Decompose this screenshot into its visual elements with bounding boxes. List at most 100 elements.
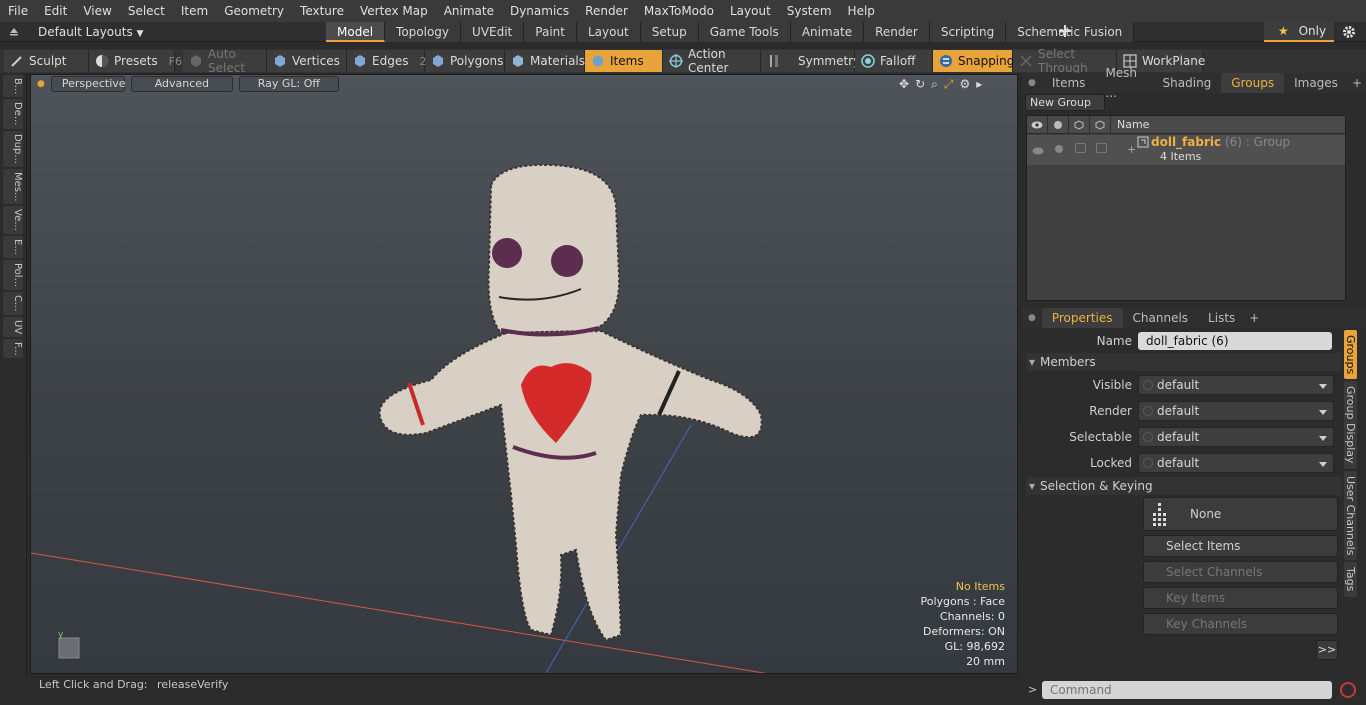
- visible-dropdown[interactable]: default: [1138, 375, 1334, 395]
- add-upper-tab-icon[interactable]: +: [1348, 76, 1366, 90]
- viewport-menu-dot-icon[interactable]: ●: [37, 79, 45, 89]
- left-strip-tab-0[interactable]: B...: [3, 75, 23, 98]
- lower-panel-menu-icon[interactable]: ●: [1022, 313, 1042, 323]
- eye-icon[interactable]: [1027, 115, 1048, 134]
- edges-button[interactable]: Edges 2: [347, 50, 426, 72]
- tab-uvedit[interactable]: UVEdit: [461, 22, 525, 42]
- left-strip-tab-1[interactable]: De...: [3, 99, 23, 129]
- tab-game-tools[interactable]: Game Tools: [698, 22, 791, 42]
- tab-setup[interactable]: Setup: [640, 22, 699, 42]
- tab-paint[interactable]: Paint: [524, 22, 577, 42]
- menu-vertex-map[interactable]: Vertex Map: [352, 0, 436, 22]
- raygl-toggle[interactable]: Ray GL: Off: [238, 76, 339, 92]
- menu-view[interactable]: View: [75, 0, 119, 22]
- advanced-dropdown[interactable]: Advanced: [130, 76, 233, 92]
- layout-arrow-icon[interactable]: [8, 24, 20, 38]
- auto-select-button[interactable]: Auto Select: [183, 47, 267, 75]
- snapping-button[interactable]: Snapping: [933, 50, 1014, 72]
- more-button[interactable]: >>: [1316, 640, 1338, 660]
- presets-button[interactable]: Presets F6: [89, 50, 182, 72]
- lower-tab-channels[interactable]: Channels: [1123, 308, 1199, 328]
- menu-file[interactable]: File: [0, 0, 36, 22]
- menu-maxtomodo[interactable]: MaxToModo: [636, 0, 722, 22]
- add-tab-icon[interactable]: [1058, 24, 1072, 38]
- tab-layout[interactable]: Layout: [576, 22, 641, 42]
- items-button[interactable]: Items 5: [585, 50, 670, 72]
- row-selectable-toggle[interactable]: [1075, 143, 1086, 153]
- tab-animate[interactable]: Animate: [790, 22, 865, 42]
- row-render-icon[interactable]: [1054, 143, 1064, 157]
- vtab-user-channels[interactable]: User Channels: [1344, 470, 1357, 561]
- group-row[interactable]: + doll_fabric (6) : Group 4 Items: [1027, 135, 1345, 165]
- fit-icon[interactable]: ⤢: [944, 77, 954, 92]
- layout-selector[interactable]: Default Layouts ▼: [38, 22, 143, 44]
- menu-select[interactable]: Select: [120, 0, 173, 22]
- vtab-groups[interactable]: Groups: [1344, 330, 1357, 380]
- name-column-header[interactable]: Name: [1111, 118, 1149, 131]
- add-lower-tab-icon[interactable]: +: [1245, 311, 1263, 325]
- left-strip-tab-5[interactable]: E...: [3, 236, 23, 258]
- left-strip-tab-4[interactable]: Ve...: [3, 206, 23, 235]
- pan-icon[interactable]: ✥: [899, 77, 909, 92]
- zoom-icon[interactable]: ⌕: [931, 77, 938, 92]
- command-input[interactable]: [1042, 681, 1332, 699]
- selectable-dropdown[interactable]: default: [1138, 427, 1334, 447]
- falloff-button[interactable]: Falloff: [855, 50, 933, 72]
- menu-help[interactable]: Help: [840, 0, 883, 22]
- vertices-button[interactable]: Vertices 1: [267, 50, 358, 72]
- materials-button[interactable]: Materials: [505, 50, 585, 72]
- menu-edit[interactable]: Edit: [36, 0, 75, 22]
- vtab-tags[interactable]: Tags: [1344, 562, 1357, 597]
- selectable-icon[interactable]: [1069, 115, 1090, 134]
- upper-tab-shading[interactable]: Shading: [1153, 73, 1222, 93]
- tab-topology[interactable]: Topology: [385, 22, 462, 42]
- menu-geometry[interactable]: Geometry: [216, 0, 292, 22]
- menu-system[interactable]: System: [779, 0, 840, 22]
- upper-tab-groups[interactable]: Groups: [1221, 73, 1285, 93]
- tab-render[interactable]: Render: [864, 22, 930, 42]
- menu-dynamics[interactable]: Dynamics: [502, 0, 577, 22]
- left-strip-tab-9[interactable]: F...: [3, 338, 23, 359]
- left-strip-tab-7[interactable]: C...: [3, 291, 23, 315]
- locked-dropdown[interactable]: default: [1138, 453, 1334, 473]
- lock-icon[interactable]: [1090, 115, 1111, 134]
- menu-layout[interactable]: Layout: [722, 0, 779, 22]
- 3d-viewport[interactable]: y ● Perspective Advanced Ray GL: Off ✥ ↻…: [30, 74, 1018, 674]
- vtab-group-display[interactable]: Group Display: [1344, 381, 1357, 469]
- menu-animate[interactable]: Animate: [436, 0, 502, 22]
- upper-tab-images[interactable]: Images: [1284, 73, 1348, 93]
- record-icon[interactable]: [1340, 682, 1356, 698]
- action-center-button[interactable]: Action Center: [663, 47, 761, 75]
- upper-panel-menu-icon[interactable]: ●: [1022, 78, 1042, 88]
- lower-tab-properties[interactable]: Properties: [1041, 308, 1123, 328]
- select-channels-button[interactable]: Select Channels: [1143, 561, 1338, 583]
- name-field[interactable]: doll_fabric (6): [1138, 332, 1332, 350]
- upper-tab-items[interactable]: Items: [1042, 73, 1096, 93]
- menu-render[interactable]: Render: [577, 0, 636, 22]
- select-items-button[interactable]: Select Items: [1143, 535, 1338, 557]
- polygons-button[interactable]: Polygons: [425, 50, 505, 72]
- render-dropdown[interactable]: default: [1138, 401, 1334, 421]
- key-channels-button[interactable]: Key Channels: [1143, 613, 1338, 635]
- rotate-icon[interactable]: ↻: [915, 77, 925, 92]
- sculpt-button[interactable]: Sculpt: [4, 50, 89, 72]
- expand-plus-icon[interactable]: +: [1127, 143, 1136, 156]
- row-eye-icon[interactable]: [1032, 144, 1044, 158]
- none-button[interactable]: None: [1143, 497, 1338, 531]
- only-button[interactable]: ★ Only: [1264, 22, 1334, 42]
- settings-gear-icon[interactable]: [1341, 24, 1357, 40]
- symmetry-button[interactable]: Symmetry: [761, 50, 860, 72]
- members-section[interactable]: Members: [1026, 353, 1342, 371]
- selection-keying-section[interactable]: Selection & Keying: [1026, 477, 1342, 495]
- lower-tab-lists[interactable]: Lists: [1198, 308, 1245, 328]
- row-lock-toggle[interactable]: [1096, 143, 1107, 153]
- menu-item[interactable]: Item: [173, 0, 216, 22]
- tab-scripting[interactable]: Scripting: [929, 22, 1007, 42]
- render-icon[interactable]: [1048, 115, 1069, 134]
- viewport-expand-icon[interactable]: ▸: [976, 77, 982, 92]
- tab-model[interactable]: Model: [326, 22, 386, 42]
- left-strip-tab-2[interactable]: Dup...: [3, 130, 23, 167]
- new-group-button[interactable]: New Group: [1025, 94, 1105, 111]
- viewport-settings-icon[interactable]: ⚙: [959, 77, 970, 92]
- left-strip-tab-8[interactable]: UV: [3, 316, 23, 337]
